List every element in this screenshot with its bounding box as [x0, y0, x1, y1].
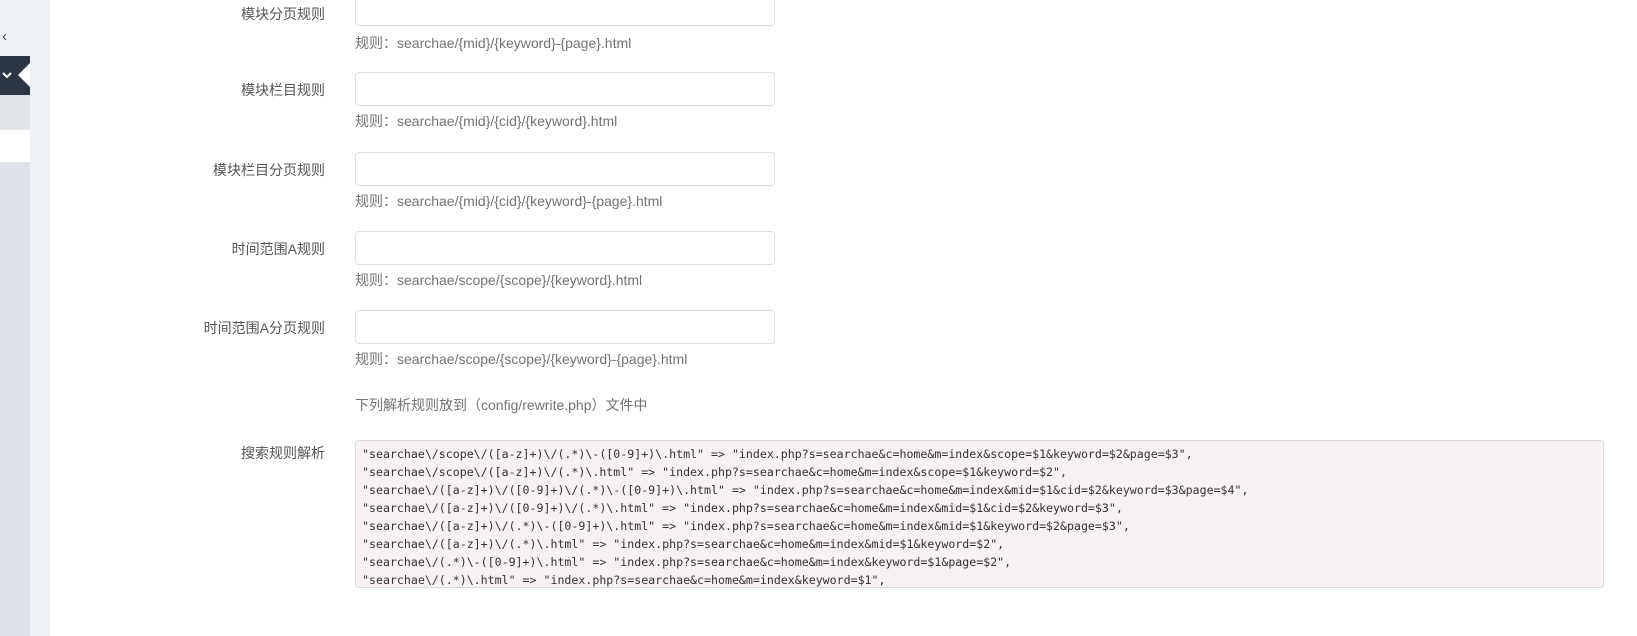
- active-indicator: [18, 63, 30, 87]
- module-column-rule-input[interactable]: [355, 72, 775, 106]
- module-page-rule-hint: 规则：searchae/{mid}/{keyword}-{page}.html: [355, 35, 632, 51]
- rewrite-rule-line: "searchae\/scope\/([a-z]+)\/(.*)\-([0-9]…: [362, 447, 1193, 461]
- module-column-page-rule-input[interactable]: [355, 152, 775, 186]
- time-range-rule-input[interactable]: [355, 231, 775, 265]
- time-range-page-rule-input[interactable]: [355, 310, 775, 344]
- module-column-page-rule-label: 模块栏目分页规则: [213, 162, 325, 178]
- rewrite-rule-line: "searchae\/(.*)\.html" => "index.php?s=s…: [362, 573, 886, 587]
- rewrite-rule-line: "searchae\/([a-z]+)\/([0-9]+)\/(.*)\.htm…: [362, 501, 1123, 515]
- sidebar-collapse-button[interactable]: ‹: [0, 22, 30, 50]
- chevron-down-icon: [2, 72, 12, 79]
- time-range-page-rule-label: 时间范围A分页规则: [203, 320, 325, 336]
- time-range-page-rule-hint: 规则：searchae/scope/{scope}/{keyword}-{pag…: [355, 351, 688, 367]
- rewrite-rule-line: "searchae\/(.*)\-([0-9]+)\.html" => "ind…: [362, 555, 1012, 569]
- rewrite-rule-line: "searchae\/([a-z]+)\/(.*)\-([0-9]+)\.htm…: [362, 519, 1130, 533]
- module-page-rule-label: 模块分页规则: [241, 6, 325, 22]
- time-range-rule-hint: 规则：searchae/scope/{scope}/{keyword}.html: [355, 272, 643, 288]
- time-range-rule-label: 时间范围A规则: [231, 241, 325, 257]
- sidebar-item-active[interactable]: [0, 56, 30, 95]
- rewrite-rule-line: "searchae\/([a-z]+)\/([0-9]+)\/(.*)\-([0…: [362, 483, 1249, 497]
- page: ‹ 模块分页规则 规则：searchae/{mid}/{keyword}-{pa…: [0, 0, 1637, 636]
- chevron-left-icon: ‹: [2, 27, 7, 45]
- sidebar-spacer: [0, 130, 30, 162]
- rewrite-rules-textarea[interactable]: "searchae\/scope\/([a-z]+)\/(.*)\-([0-9]…: [355, 440, 1604, 588]
- rewrite-rule-line: "searchae\/scope\/([a-z]+)\/(.*)\.html" …: [362, 465, 1067, 479]
- module-column-page-rule-hint: 规则：searchae/{mid}/{cid}/{keyword}-{page}…: [355, 193, 663, 209]
- sidebar-item[interactable]: [0, 95, 30, 130]
- sidebar: ‹: [0, 0, 30, 636]
- rewrite-config-note: 下列解析规则放到（config/rewrite.php）文件中: [355, 397, 648, 413]
- rewrite-rule-line: "searchae\/([a-z]+)\/(.*)\.html" => "ind…: [362, 537, 1005, 551]
- module-column-rule-hint: 规则：searchae/{mid}/{cid}/{keyword}.html: [355, 113, 618, 129]
- rewrite-rules-label: 搜索规则解析: [241, 445, 325, 461]
- sidebar-lower-panel: [0, 162, 30, 636]
- module-column-rule-label: 模块栏目规则: [241, 82, 325, 98]
- module-page-rule-input[interactable]: [355, 0, 775, 26]
- settings-form: 模块分页规则 规则：searchae/{mid}/{keyword}-{page…: [50, 0, 1637, 636]
